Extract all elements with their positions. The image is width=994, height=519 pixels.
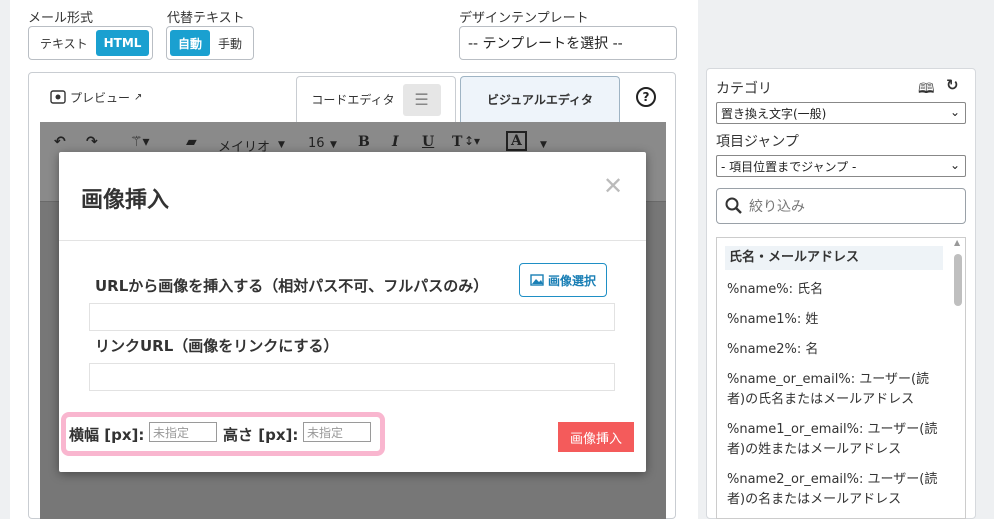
external-link-icon: ↗ bbox=[134, 91, 143, 103]
alt-text-manual-option[interactable]: 手動 bbox=[210, 30, 250, 56]
magic-wand-icon[interactable]: ⚚▾ bbox=[130, 134, 150, 150]
alt-text-toggle: 自動 手動 bbox=[166, 26, 255, 60]
underline-button[interactable]: U bbox=[422, 134, 434, 150]
width-label: 横幅 [px]: bbox=[69, 426, 145, 444]
scroll-up-icon[interactable]: ▲ bbox=[954, 238, 960, 247]
list-scrollbar[interactable] bbox=[954, 254, 962, 306]
tab-preview-label: プレビュー bbox=[70, 90, 131, 105]
design-template-select[interactable]: -- テンプレートを選択 -- bbox=[459, 26, 677, 60]
category-select-value: 置き換え文字(一般) bbox=[721, 106, 827, 121]
image-select-button[interactable]: 画像選択 bbox=[519, 263, 607, 297]
url-label: URLから画像を挿入する（相対パス不可、フルパスのみ） bbox=[95, 277, 489, 295]
redo-icon[interactable]: ↷ bbox=[86, 134, 98, 150]
tab-code-editor-label: コードエディタ bbox=[311, 93, 395, 107]
eraser-icon[interactable]: ▰ bbox=[186, 134, 197, 150]
link-url-label: リンクURL（画像をリンクにする） bbox=[95, 337, 339, 355]
alt-text-label: 代替テキスト bbox=[167, 11, 245, 26]
mail-format-html-option[interactable]: HTML bbox=[95, 30, 150, 56]
insert-image-button[interactable]: 画像挿入 bbox=[558, 422, 634, 452]
width-input[interactable]: 未指定 bbox=[149, 422, 217, 442]
height-label: 高さ [px]: bbox=[223, 426, 299, 444]
text-style-button[interactable]: T bbox=[452, 134, 462, 150]
category-label: カテゴリ bbox=[716, 81, 772, 97]
list-item[interactable]: %name_or_email%: ユーザー(読者)の氏名またはメールアドレス bbox=[727, 370, 945, 410]
list-item[interactable]: %name%: 氏名 bbox=[727, 280, 945, 300]
mail-format-text-option[interactable]: テキスト bbox=[32, 30, 96, 56]
search-icon bbox=[725, 197, 742, 214]
dialog-title: 画像挿入 bbox=[81, 188, 170, 213]
filter-placeholder: 絞り込み bbox=[749, 199, 805, 215]
list-item[interactable]: %name2_or_email%: ユーザー(読者)の名またはメールアドレス bbox=[727, 470, 945, 510]
design-template-label: デザインテンプレート bbox=[459, 11, 589, 26]
image-insert-dialog: 画像挿入 ✕ URLから画像を挿入する（相対パス不可、フルパスのみ） 画像選択 … bbox=[59, 152, 646, 472]
menu-icon: ☰ bbox=[402, 83, 441, 116]
eye-icon bbox=[50, 90, 66, 104]
alt-text-auto-option[interactable]: 自動 bbox=[170, 30, 211, 56]
image-icon bbox=[530, 274, 544, 286]
jump-select[interactable]: - 項目位置までジャンプ - ⌄ bbox=[716, 155, 966, 177]
tab-visual-editor[interactable]: ビジュアルエディタ bbox=[460, 76, 620, 122]
replacement-list: 氏名・メールアドレス %name%: 氏名 %name1%: 姓 %name2%… bbox=[716, 237, 966, 519]
dialog-divider bbox=[59, 240, 646, 241]
tab-visual-editor-label: ビジュアルエディタ bbox=[487, 93, 593, 107]
color-chevron-icon: ▼ bbox=[540, 140, 547, 150]
tab-preview[interactable]: プレビュー ↗ bbox=[50, 86, 142, 108]
list-item[interactable]: %name1_or_email%: ユーザー(読者)の姓またはメールアドレス bbox=[727, 420, 945, 460]
height-input[interactable]: 未指定 bbox=[303, 422, 371, 442]
list-item[interactable]: %name2%: 名 bbox=[727, 340, 945, 360]
font-color-button[interactable]: A bbox=[506, 131, 527, 151]
image-select-label: 画像選択 bbox=[547, 273, 596, 288]
book-icon[interactable]: 🕮 bbox=[918, 78, 935, 102]
chevron-down-icon: ⌄ bbox=[949, 158, 960, 172]
jump-label: 項目ジャンプ bbox=[716, 134, 799, 150]
text-style-chevron-icon: ↕▾ bbox=[464, 134, 481, 148]
italic-button[interactable]: I bbox=[392, 134, 399, 150]
image-url-input[interactable] bbox=[89, 303, 615, 331]
size-chevron-icon: ▼ bbox=[330, 140, 337, 150]
tab-code-editor[interactable]: コードエディタ ☰ bbox=[296, 76, 456, 122]
bold-button[interactable]: B bbox=[358, 134, 370, 150]
jump-select-value: - 項目位置までジャンプ - bbox=[721, 159, 857, 174]
list-item[interactable]: %name1%: 姓 bbox=[727, 310, 945, 330]
filter-input[interactable]: 絞り込み bbox=[716, 188, 966, 224]
list-section-header: 氏名・メールアドレス bbox=[725, 246, 943, 270]
font-chevron-icon: ▼ bbox=[278, 140, 285, 150]
category-select[interactable]: 置き換え文字(一般) ⌄ bbox=[716, 102, 966, 124]
mail-format-label: メール形式 bbox=[28, 11, 94, 26]
mail-format-toggle: テキスト HTML bbox=[28, 26, 154, 60]
link-url-input[interactable] bbox=[89, 363, 615, 391]
font-size-select[interactable]: 16 bbox=[308, 136, 325, 151]
help-icon[interactable]: ? bbox=[636, 87, 656, 107]
close-icon[interactable]: ✕ bbox=[603, 172, 623, 200]
refresh-icon[interactable]: ↻ bbox=[946, 76, 959, 94]
chevron-down-icon: ⌄ bbox=[949, 105, 960, 119]
undo-icon[interactable]: ↶ bbox=[54, 134, 66, 150]
